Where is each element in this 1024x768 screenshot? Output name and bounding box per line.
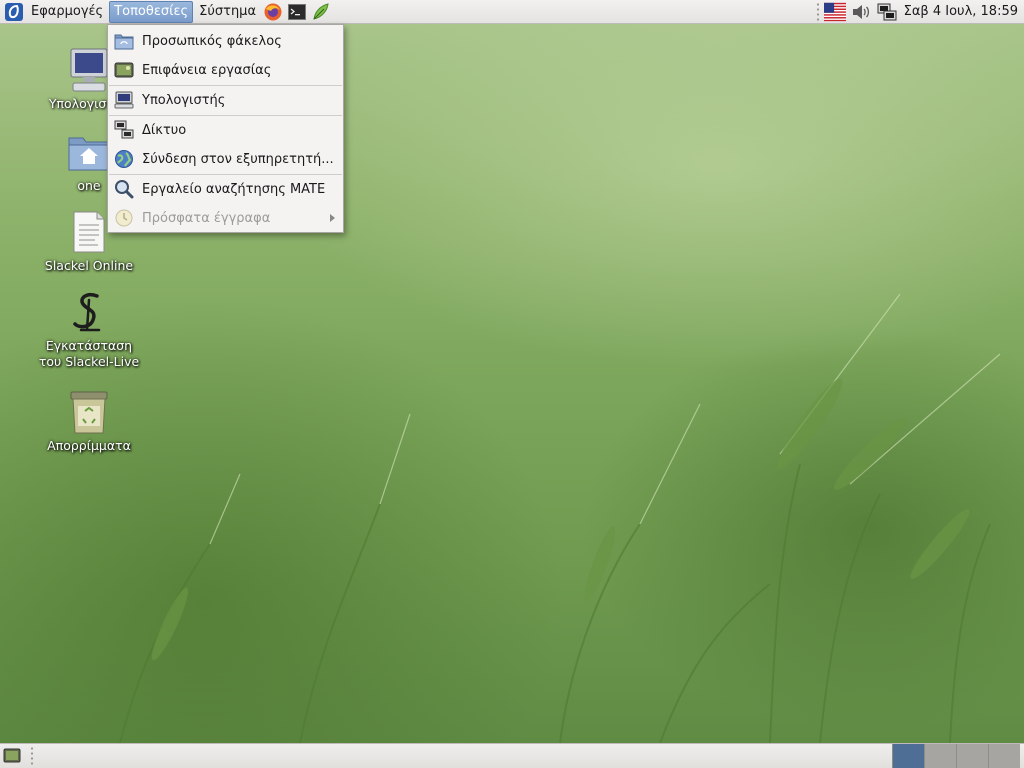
home-folder-icon: [65, 128, 113, 176]
home-folder-icon: [114, 31, 134, 51]
menu-item-connect-to-server[interactable]: Σύνδεση στον εξυπηρετητή...: [108, 145, 343, 173]
show-desktop-button[interactable]: [2, 746, 22, 766]
workspace-1[interactable]: [892, 744, 924, 768]
menu-item-network[interactable]: Δίκτυο: [108, 116, 343, 144]
desktop-icon-label: Απορρίμματα: [47, 438, 131, 453]
panel-handle: [30, 746, 34, 766]
firefox-icon[interactable]: [262, 1, 284, 23]
desktop-icon-install-slackel[interactable]: Εγκατάσταση του Slackel-Live: [29, 288, 149, 370]
menu-item-label: Υπολογιστής: [142, 92, 226, 108]
us-flag-keyboard-layout-icon[interactable]: [823, 2, 846, 22]
slackel-logo-icon: [65, 288, 113, 336]
main-menu-logo-icon[interactable]: [3, 1, 25, 23]
places-menu-button[interactable]: Τοποθεσίες: [109, 0, 194, 23]
menu-item-computer[interactable]: Υπολογιστής: [108, 86, 343, 114]
menu-item-label: Σύνδεση στον εξυπηρετητή...: [142, 151, 334, 167]
clock[interactable]: Σαβ 4 Ιουλ, 18:59: [900, 4, 1024, 19]
globe-icon: [114, 149, 134, 169]
search-icon: [114, 179, 134, 199]
desktop-icon-label: Slackel Online: [44, 258, 134, 273]
menu-item-home-folder[interactable]: Προσωπικός φάκελος: [108, 27, 343, 55]
menu-item-label: Πρόσφατα έγγραφα: [142, 210, 271, 226]
menu-item-search-tool[interactable]: Εργαλείο αναζήτησης MATE: [108, 175, 343, 203]
workspace-switcher: [892, 744, 1020, 768]
desktop-icon: [114, 60, 134, 80]
menu-item-label: Δίκτυο: [142, 122, 187, 138]
computer-icon: [65, 46, 113, 94]
bottom-panel: [0, 743, 1024, 768]
menu-item-label: Εργαλείο αναζήτησης MATE: [142, 181, 326, 197]
submenu-arrow-icon: [330, 214, 335, 222]
desktop-icon-label: Εγκατάσταση του Slackel-Live: [38, 338, 140, 369]
workspace-4[interactable]: [988, 744, 1020, 768]
desktop-icon-trash[interactable]: Απορρίμματα: [29, 388, 149, 454]
text-editor-icon[interactable]: [310, 1, 332, 23]
trash-icon: [65, 388, 113, 436]
menu-item-label: Επιφάνεια εργασίας: [142, 62, 272, 78]
terminal-icon[interactable]: [286, 1, 308, 23]
menu-item-desktop[interactable]: Επιφάνεια εργασίας: [108, 56, 343, 84]
computer-icon: [114, 90, 134, 110]
workspace-2[interactable]: [924, 744, 956, 768]
applications-menu[interactable]: Εφαρμογές: [27, 1, 107, 23]
top-panel: Εφαρμογές Τοποθεσίες Σύστημα Σαβ 4 Ιουλ,…: [0, 0, 1024, 24]
workspace-3[interactable]: [956, 744, 988, 768]
menu-item-label: Προσωπικός φάκελος: [142, 33, 282, 49]
network-icon: [114, 120, 134, 140]
network-icon[interactable]: [876, 2, 898, 22]
system-menu[interactable]: Σύστημα: [195, 1, 260, 23]
document-icon: [65, 208, 113, 256]
panel-handle: [815, 1, 820, 22]
clock-icon: [114, 208, 134, 228]
menu-item-recent-documents[interactable]: Πρόσφατα έγγραφα: [108, 204, 343, 232]
places-dropdown-menu: Προσωπικός φάκελος Επιφάνεια εργασίας Υπ…: [107, 24, 344, 233]
volume-icon[interactable]: [850, 2, 872, 22]
